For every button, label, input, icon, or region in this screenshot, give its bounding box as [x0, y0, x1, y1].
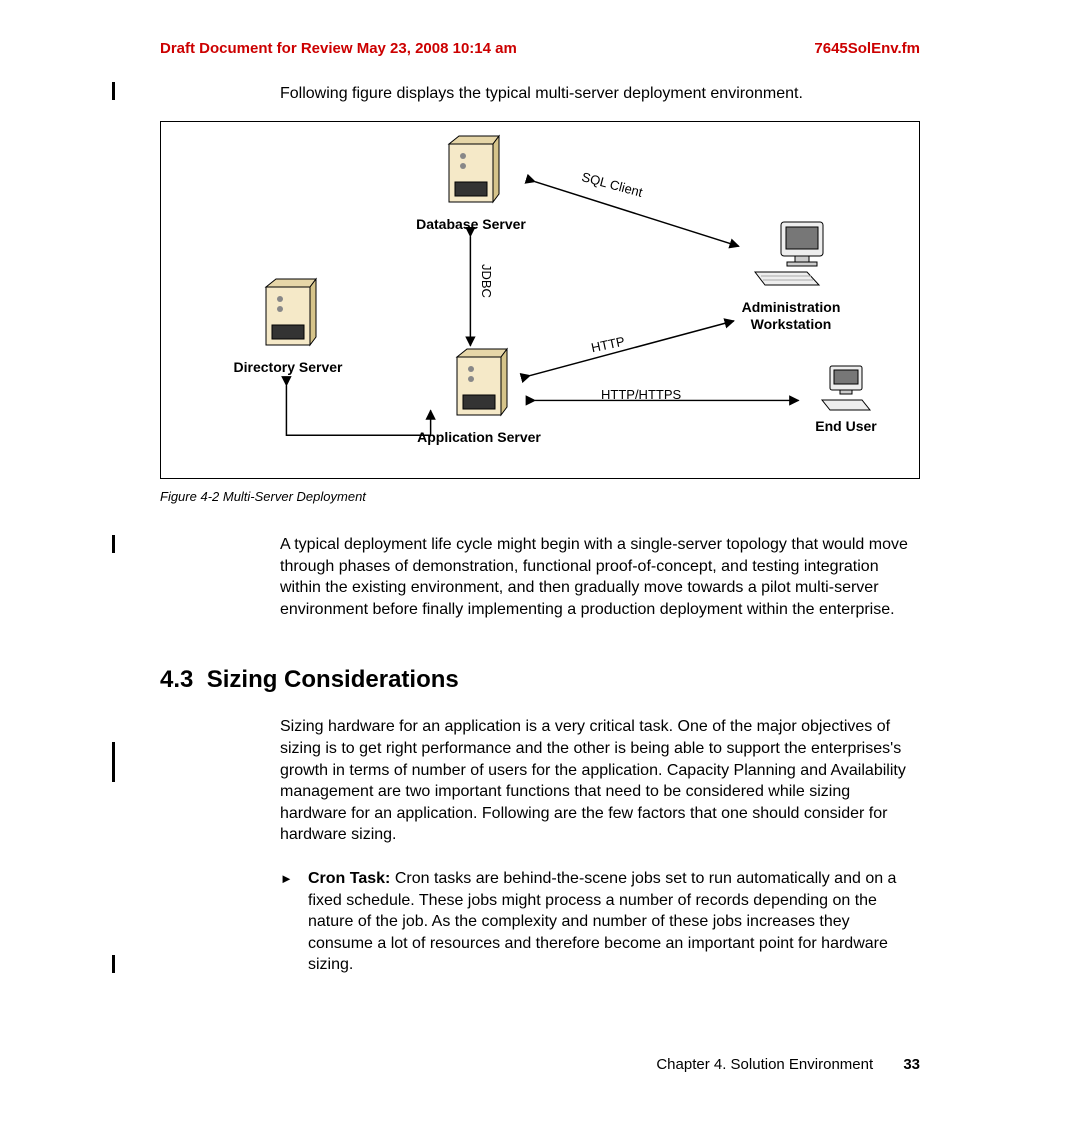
label-http: HTTP: [590, 334, 626, 356]
node-database-server: Database Server: [411, 134, 531, 233]
footer-page-number: 33: [903, 1056, 920, 1073]
section-title: Sizing Considerations: [207, 666, 459, 693]
node-directory-server: Directory Server: [223, 277, 353, 376]
change-bar: [112, 535, 115, 553]
footer-chapter: Chapter 4. Solution Environment: [656, 1056, 873, 1073]
header-filename: 7645SolEnv.fm: [814, 40, 920, 57]
terminal-icon: [818, 362, 874, 414]
server-icon: [258, 277, 318, 355]
change-bar: [112, 955, 115, 973]
label-jdbc: JDBC: [479, 264, 494, 298]
node-label: End User: [801, 418, 891, 435]
node-label: Application Server: [409, 429, 549, 446]
bullet-bold: Cron Task:: [308, 870, 390, 887]
server-icon: [441, 134, 501, 212]
change-bar: [112, 742, 115, 782]
bullet-rest: Cron tasks are behind-the-scene jobs set…: [308, 870, 896, 973]
draft-notice: Draft Document for Review May 23, 2008 1…: [160, 40, 517, 57]
figure-multi-server-deployment: SQL Client JDBC HTTP HTTP/HTTPS Database…: [160, 121, 920, 479]
body-paragraph: Sizing hardware for an application is a …: [280, 716, 920, 846]
section-number: 4.3: [160, 666, 193, 693]
node-label: Directory Server: [223, 359, 353, 376]
label-http-https: HTTP/HTTPS: [601, 387, 681, 402]
workstation-icon: [751, 217, 831, 295]
intro-paragraph: Following figure displays the typical mu…: [280, 85, 920, 103]
bullet-item: ► Cron Task: Cron tasks are behind-the-s…: [280, 868, 916, 976]
node-admin-workstation: Administration Workstation: [721, 217, 861, 333]
document-page: Draft Document for Review May 23, 2008 1…: [0, 0, 1080, 1143]
bullet-text: Cron Task: Cron tasks are behind-the-sce…: [308, 868, 916, 976]
page-header: Draft Document for Review May 23, 2008 1…: [160, 40, 920, 57]
figure-caption: Figure 4-2 Multi-Server Deployment: [160, 489, 920, 504]
label-line: Workstation: [751, 316, 832, 332]
body-paragraph: A typical deployment life cycle might be…: [280, 534, 920, 620]
label-sql-client: SQL Client: [580, 169, 644, 200]
change-bar: [112, 82, 115, 100]
server-icon: [449, 347, 509, 425]
bullet-marker-icon: ►: [280, 868, 308, 976]
node-label: Administration Workstation: [721, 299, 861, 333]
node-application-server: Application Server: [409, 347, 549, 446]
node-label: Database Server: [411, 216, 531, 233]
node-end-user: End User: [801, 362, 891, 435]
page-footer: Chapter 4. Solution Environment 33: [656, 1056, 920, 1073]
label-line: Administration: [742, 299, 841, 315]
section-heading: 4.3 Sizing Considerations: [160, 666, 920, 694]
